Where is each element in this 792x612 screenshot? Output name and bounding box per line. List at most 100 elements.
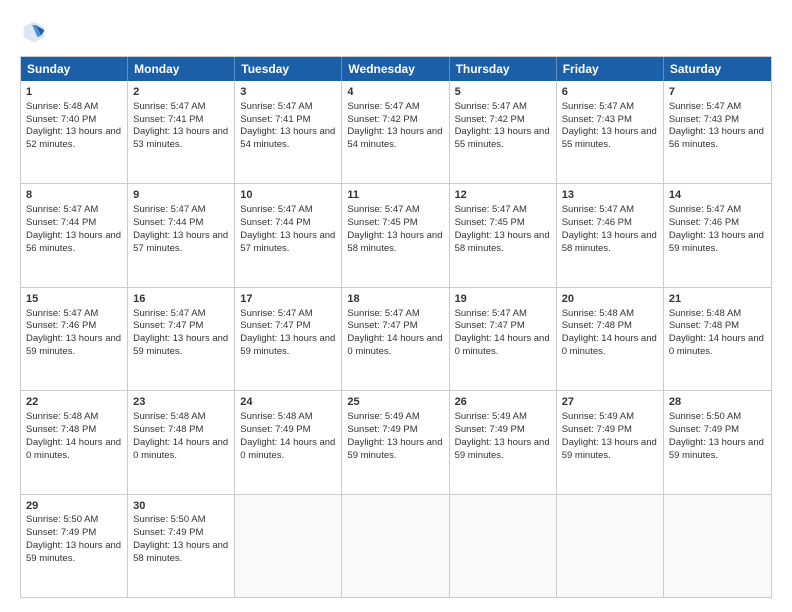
calendar-cell: 9Sunrise: 5:47 AMSunset: 7:44 PMDaylight…	[128, 184, 235, 286]
sunset-text: Sunset: 7:42 PM	[347, 114, 417, 125]
daylight-text: Daylight: 14 hours and 0 minutes.	[455, 333, 550, 357]
calendar-cell: 22Sunrise: 5:48 AMSunset: 7:48 PMDayligh…	[21, 391, 128, 493]
calendar-cell: 29Sunrise: 5:50 AMSunset: 7:49 PMDayligh…	[21, 495, 128, 597]
sunset-text: Sunset: 7:47 PM	[347, 320, 417, 331]
day-number: 22	[26, 395, 122, 410]
logo-icon	[20, 18, 48, 46]
header-saturday: Saturday	[664, 57, 771, 81]
calendar-cell: 28Sunrise: 5:50 AMSunset: 7:49 PMDayligh…	[664, 391, 771, 493]
sunrise-text: Sunrise: 5:47 AM	[347, 204, 419, 215]
sunrise-text: Sunrise: 5:47 AM	[133, 101, 205, 112]
calendar-header: Sunday Monday Tuesday Wednesday Thursday…	[21, 57, 771, 81]
header-sunday: Sunday	[21, 57, 128, 81]
day-number: 29	[26, 499, 122, 514]
calendar-cell: 12Sunrise: 5:47 AM Sunset: 7:45 PM Dayligh…	[450, 184, 557, 286]
header-friday: Friday	[557, 57, 664, 81]
calendar-cell: 10Sunrise: 5:47 AMSunset: 7:44 PMDayligh…	[235, 184, 342, 286]
daylight-text: Daylight: 13 hours and 55 minutes.	[562, 126, 657, 150]
sunrise-text: Sunrise: 5:50 AM	[133, 514, 205, 525]
sunset-text: Sunset: 7:46 PM	[669, 217, 739, 228]
day-number: 16	[133, 292, 229, 307]
sunset-text: Sunset: 7:47 PM	[455, 320, 525, 331]
day-number: 8	[26, 188, 122, 203]
day-number: 17	[240, 292, 336, 307]
daylight-text: Daylight: 13 hours and 59 minutes.	[133, 333, 228, 357]
calendar-cell: 4Sunrise: 5:47 AMSunset: 7:42 PMDaylight…	[342, 81, 449, 183]
calendar-week-2: 8Sunrise: 5:47 AMSunset: 7:44 PMDaylight…	[21, 183, 771, 286]
sunset-text: Sunset: 7:41 PM	[133, 114, 203, 125]
daylight-text: Daylight: 14 hours and 0 minutes.	[347, 333, 442, 357]
sunrise-text: Sunrise: 5:49 AM	[347, 411, 419, 422]
day-number: 15	[26, 292, 122, 307]
daylight-text: Daylight: 14 hours and 0 minutes.	[133, 437, 228, 461]
calendar-cell: 18Sunrise: 5:47 AMSunset: 7:47 PMDayligh…	[342, 288, 449, 390]
day-number: 12	[455, 188, 551, 203]
calendar-cell: 2Sunrise: 5:47 AMSunset: 7:41 PMDaylight…	[128, 81, 235, 183]
sunrise-text: Sunrise: 5:47 AM	[240, 204, 312, 215]
daylight-text: Daylight: 13 hours and 59 minutes.	[347, 437, 442, 461]
calendar-cell: 17Sunrise: 5:47 AMSunset: 7:47 PMDayligh…	[235, 288, 342, 390]
day-number: 1	[26, 85, 122, 100]
sunset-text: Sunset: 7:49 PM	[26, 527, 96, 538]
calendar-cell: 14Sunrise: 5:47 AMSunset: 7:46 PMDayligh…	[664, 184, 771, 286]
sunrise-text: Sunrise: 5:47 AM	[133, 204, 205, 215]
sunset-text: Sunset: 7:47 PM	[133, 320, 203, 331]
daylight-text: Daylight: 14 hours and 0 minutes.	[669, 333, 764, 357]
sunset-text: Sunset: 7:44 PM	[26, 217, 96, 228]
calendar-cell	[342, 495, 449, 597]
day-number: 7	[669, 85, 766, 100]
calendar-cell: 23Sunrise: 5:48 AMSunset: 7:48 PMDayligh…	[128, 391, 235, 493]
sunrise-text: Sunrise: 5:47 AM	[562, 204, 634, 215]
day-number: 13	[562, 188, 658, 203]
calendar-cell: 20Sunrise: 5:48 AMSunset: 7:48 PMDayligh…	[557, 288, 664, 390]
sunrise-text: Sunrise: 5:47 AM	[455, 204, 527, 215]
calendar-week-5: 29 Sunrise: 5:50 AM Sunset: 7:49 PM Dayligh…	[21, 494, 771, 597]
calendar-cell	[664, 495, 771, 597]
sunset-text: Sunset: 7:48 PM	[133, 424, 203, 435]
calendar-week-4: 22Sunrise: 5:48 AMSunset: 7:48 PMDayligh…	[21, 390, 771, 493]
calendar-week-1: 1Sunrise: 5:48 AMSunset: 7:40 PMDaylight…	[21, 81, 771, 183]
daylight-text: Daylight: 13 hours and 58 minutes.	[562, 230, 657, 254]
daylight-text: Daylight: 13 hours and 57 minutes.	[240, 230, 335, 254]
day-number: 27	[562, 395, 658, 410]
sunset-text: Sunset: 7:45 PM	[455, 217, 525, 228]
sunrise-text: Sunrise: 5:47 AM	[240, 101, 312, 112]
sunrise-text: Sunrise: 5:49 AM	[455, 411, 527, 422]
sunrise-text: Sunrise: 5:48 AM	[133, 411, 205, 422]
calendar-cell: 11Sunrise: 5:47 AMSunset: 7:45 PMDayligh…	[342, 184, 449, 286]
sunrise-text: Sunrise: 5:48 AM	[26, 101, 98, 112]
daylight-text: Daylight: 13 hours and 55 minutes.	[455, 126, 550, 150]
daylight-text: Daylight: 13 hours and 59 minutes.	[26, 333, 121, 357]
daylight-text: Daylight: 13 hours and 58 minutes.	[455, 230, 550, 254]
calendar-cell: 25Sunrise: 5:49 AM Sunset: 7:49 PM Dayligh…	[342, 391, 449, 493]
sunrise-text: Sunrise: 5:48 AM	[562, 308, 634, 319]
day-number: 2	[133, 85, 229, 100]
calendar-cell: 13Sunrise: 5:47 AMSunset: 7:46 PMDayligh…	[557, 184, 664, 286]
sunrise-text: Sunrise: 5:48 AM	[26, 411, 98, 422]
day-number: 4	[347, 85, 443, 100]
day-number: 21	[669, 292, 766, 307]
header-monday: Monday	[128, 57, 235, 81]
sunrise-text: Sunrise: 5:47 AM	[26, 204, 98, 215]
daylight-text: Daylight: 13 hours and 59 minutes.	[26, 540, 121, 564]
calendar-week-3: 15Sunrise: 5:47 AMSunset: 7:46 PMDayligh…	[21, 287, 771, 390]
calendar-cell: 16Sunrise: 5:47 AMSunset: 7:47 PMDayligh…	[128, 288, 235, 390]
sunset-text: Sunset: 7:49 PM	[455, 424, 525, 435]
day-number: 25	[347, 395, 443, 410]
daylight-text: Daylight: 13 hours and 54 minutes.	[347, 126, 442, 150]
sunset-text: Sunset: 7:48 PM	[26, 424, 96, 435]
header-thursday: Thursday	[450, 57, 557, 81]
daylight-text: Daylight: 14 hours and 0 minutes.	[562, 333, 657, 357]
calendar-cell: 1Sunrise: 5:48 AMSunset: 7:40 PMDaylight…	[21, 81, 128, 183]
calendar-cell: 5Sunrise: 5:47 AMSunset: 7:42 PMDaylight…	[450, 81, 557, 183]
calendar-cell	[450, 495, 557, 597]
daylight-text: Daylight: 13 hours and 58 minutes.	[347, 230, 442, 254]
calendar-body: 1Sunrise: 5:48 AMSunset: 7:40 PMDaylight…	[21, 81, 771, 597]
day-number: 14	[669, 188, 766, 203]
header-wednesday: Wednesday	[342, 57, 449, 81]
calendar-cell: 7Sunrise: 5:47 AMSunset: 7:43 PMDaylight…	[664, 81, 771, 183]
calendar-cell: 3Sunrise: 5:47 AMSunset: 7:41 PMDaylight…	[235, 81, 342, 183]
sunset-text: Sunset: 7:46 PM	[26, 320, 96, 331]
sunset-text: Sunset: 7:49 PM	[347, 424, 417, 435]
sunset-text: Sunset: 7:49 PM	[133, 527, 203, 538]
